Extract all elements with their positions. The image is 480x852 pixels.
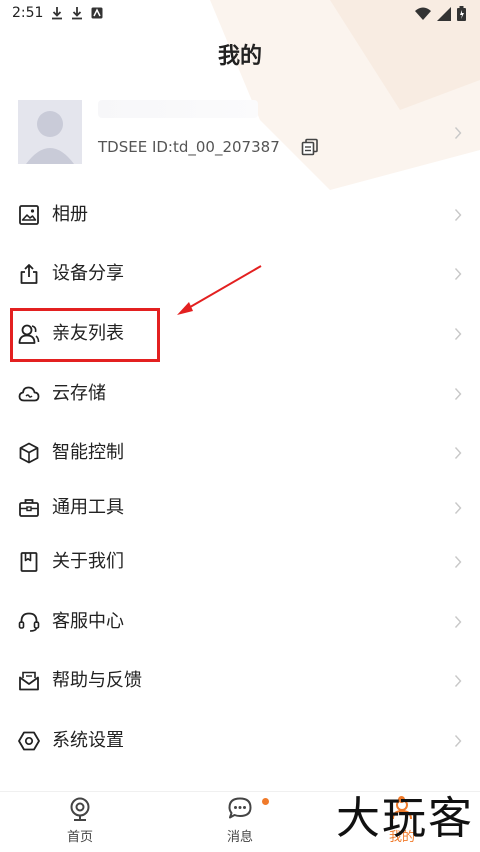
wifi-icon <box>415 7 431 20</box>
menu-label: 客服中心 <box>52 611 124 632</box>
profile-id: TDSEE ID:td_00_207387 <box>98 138 280 156</box>
nav-label: 消息 <box>226 830 253 845</box>
download-icon <box>52 7 63 20</box>
cloud-icon <box>18 386 40 402</box>
chevron-right-icon <box>454 268 462 280</box>
menu-label: 系统设置 <box>52 730 124 751</box>
menu-item-help-feedback[interactable]: 帮助与反馈 <box>0 659 480 703</box>
chevron-right-icon <box>454 735 462 747</box>
camera-icon <box>70 797 90 821</box>
menu-label: 云存储 <box>52 383 106 404</box>
bookmark-icon <box>20 552 38 572</box>
chevron-right-icon <box>454 328 462 340</box>
chevron-right-icon <box>454 447 462 459</box>
status-time: 2:51 <box>12 5 44 21</box>
share-icon <box>20 264 38 284</box>
menu-item-album[interactable]: 相册 <box>0 193 480 237</box>
copy-icon[interactable] <box>301 138 319 156</box>
headset-icon <box>18 612 40 632</box>
chat-icon <box>228 797 252 819</box>
menu-item-system-settings[interactable]: 系统设置 <box>0 719 480 763</box>
cube-icon <box>19 442 39 464</box>
profile-name-redacted <box>98 100 258 118</box>
mail-icon <box>19 671 39 691</box>
chevron-right-icon <box>454 556 462 568</box>
menu-label: 关于我们 <box>52 551 124 572</box>
menu-item-about-us[interactable]: 关于我们 <box>0 540 480 584</box>
chevron-right-icon <box>454 209 462 221</box>
status-indicators <box>415 6 466 21</box>
signal-icon <box>437 6 451 21</box>
menu-label: 帮助与反馈 <box>52 670 142 691</box>
menu-item-cloud-storage[interactable]: 云存储 <box>0 372 480 416</box>
menu-label: 设备分享 <box>52 263 124 284</box>
chevron-right-icon <box>454 616 462 628</box>
menu-label: 相册 <box>52 204 88 225</box>
battery-icon <box>457 6 466 21</box>
chevron-right-icon <box>454 675 462 687</box>
chevron-right-icon <box>454 502 462 514</box>
settings-icon <box>18 731 40 751</box>
chevron-right-icon <box>454 127 462 139</box>
watermark-logo: 大玩客 <box>336 793 474 844</box>
annotation-arrow-icon <box>177 265 262 315</box>
nav-tab-home[interactable]: 首页 <box>40 796 120 845</box>
chevron-right-icon <box>454 388 462 400</box>
menu-item-customer-service[interactable]: 客服中心 <box>0 600 480 644</box>
highlight-annotation-box <box>10 308 160 362</box>
status-bar: 2:51 <box>0 0 480 26</box>
profile-card[interactable]: TDSEE ID:td_00_207387 <box>18 100 462 166</box>
page-title: 我的 <box>217 44 262 69</box>
menu-label: 智能控制 <box>52 442 124 463</box>
nav-label: 首页 <box>66 830 93 845</box>
image-icon <box>19 205 39 225</box>
avatar[interactable] <box>18 100 82 164</box>
app-notification-icon <box>91 7 103 19</box>
menu-item-smart-control[interactable]: 智能控制 <box>0 431 480 475</box>
menu-item-general-tools[interactable]: 通用工具 <box>0 486 480 530</box>
menu-label: 通用工具 <box>52 497 124 518</box>
message-badge-dot <box>262 798 269 805</box>
toolbox-icon <box>19 499 39 517</box>
download-icon <box>72 7 83 20</box>
avatar-placeholder-icon <box>18 100 82 164</box>
